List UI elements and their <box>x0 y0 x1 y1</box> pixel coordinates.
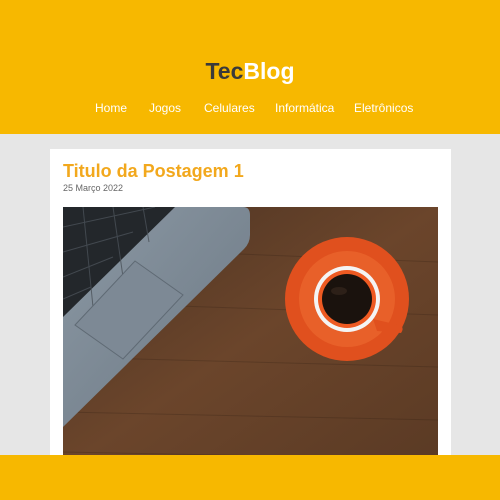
site-header: TecBlog Home Jogos Celulares Informática… <box>0 0 500 134</box>
post-card: Titulo da Postagem 1 25 Março 2022 <box>50 149 451 469</box>
nav-item-home[interactable]: Home <box>95 99 127 117</box>
nav-item-informatica[interactable]: Informática <box>275 99 334 117</box>
post-date: 25 Março 2022 <box>63 183 124 193</box>
post-image-illustration <box>63 207 438 469</box>
post-image[interactable] <box>63 207 438 469</box>
nav-item-eletronicos[interactable]: Eletrônicos <box>354 99 413 117</box>
post-title[interactable]: Titulo da Postagem 1 <box>63 160 244 182</box>
logo-part-blog: Blog <box>243 58 295 84</box>
site-logo[interactable]: TecBlog <box>0 57 500 85</box>
nav-item-jogos[interactable]: Jogos <box>149 99 181 117</box>
main-nav: Home Jogos Celulares Informática Eletrôn… <box>0 99 500 119</box>
nav-item-celulares[interactable]: Celulares <box>204 99 255 117</box>
coffee <box>322 274 372 324</box>
site-footer <box>0 455 500 500</box>
logo-part-tec: Tec <box>205 58 244 84</box>
